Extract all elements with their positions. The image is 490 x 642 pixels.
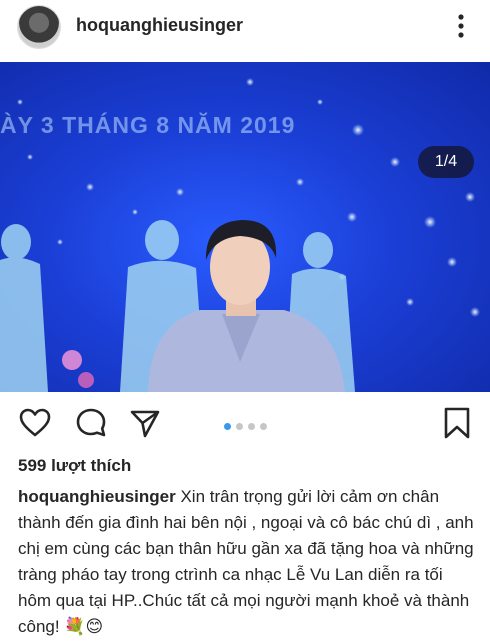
- carousel-dot: [224, 423, 231, 430]
- likes-count[interactable]: 599 lượt thích: [18, 456, 131, 476]
- banner-text: ÀY 3 THÁNG 8 NĂM 2019: [0, 112, 296, 138]
- action-bar: [0, 400, 490, 446]
- caption-text: Xin trân trọng gửi lời cảm ơn chân thành…: [18, 487, 474, 636]
- carousel-dots: [224, 417, 272, 430]
- username-link[interactable]: hoquanghieusinger: [76, 15, 243, 36]
- avatar[interactable]: [18, 6, 60, 48]
- more-vertical-icon[interactable]: [452, 12, 470, 40]
- carousel-dot: [248, 423, 255, 430]
- carousel-dot: [236, 423, 243, 430]
- share-icon[interactable]: [128, 406, 162, 440]
- caption: hoquanghieusinger Xin trân trọng gửi lời…: [18, 484, 480, 640]
- comment-icon[interactable]: [74, 406, 108, 440]
- caption-username[interactable]: hoquanghieusinger: [18, 487, 176, 506]
- post-header: hoquanghieusinger: [0, 0, 490, 52]
- image-counter: 1/4: [418, 146, 474, 178]
- carousel-dot: [260, 423, 267, 430]
- bookmark-icon[interactable]: [440, 406, 474, 440]
- post-image[interactable]: ÀY 3 THÁNG 8 NĂM 2019 1/4: [0, 62, 490, 392]
- heart-icon[interactable]: [18, 406, 52, 440]
